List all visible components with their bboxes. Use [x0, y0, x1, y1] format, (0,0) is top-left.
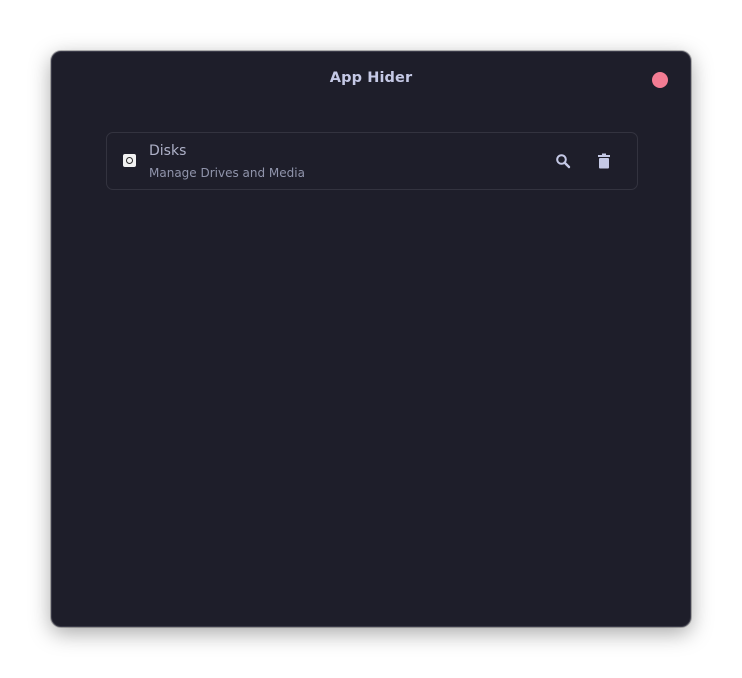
disk-icon [123, 154, 136, 167]
app-name: Disks [149, 143, 187, 159]
close-button[interactable] [652, 72, 668, 88]
window-title: App Hider [329, 70, 413, 86]
list-item: Disks Manage Drives and Media [107, 133, 637, 189]
delete-button[interactable] [594, 151, 614, 171]
app-window: App Hider Disks Manage Drives and Media [51, 51, 691, 627]
search-icon [556, 154, 571, 169]
header-bar: App Hider [52, 52, 690, 108]
app-list: Disks Manage Drives and Media [106, 132, 638, 190]
search-button[interactable] [553, 151, 573, 171]
trash-icon [598, 153, 610, 169]
app-description: Manage Drives and Media [149, 166, 305, 180]
